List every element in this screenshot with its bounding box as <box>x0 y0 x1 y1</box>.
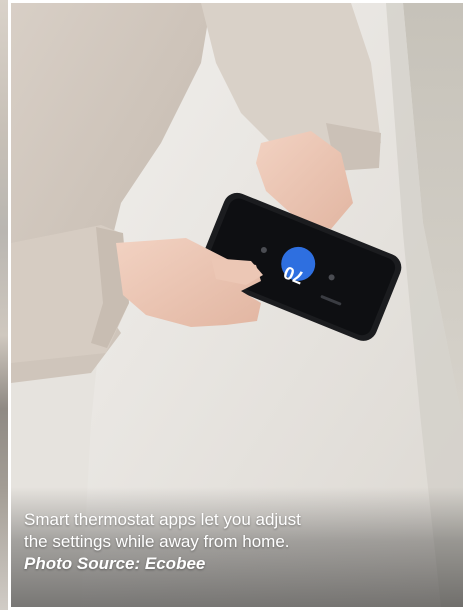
caption-line-1: Smart thermostat apps let you adjust <box>24 510 301 529</box>
photo-caption: Smart thermostat apps let you adjust the… <box>24 509 424 575</box>
adjacent-image-edge <box>0 0 8 610</box>
caption-line-2: the settings while away from home. <box>24 532 290 551</box>
image-frame: 70 Smart thermostat apps let you adjust … <box>0 0 466 610</box>
photo-source-credit: Photo Source: Ecobee <box>24 554 206 573</box>
